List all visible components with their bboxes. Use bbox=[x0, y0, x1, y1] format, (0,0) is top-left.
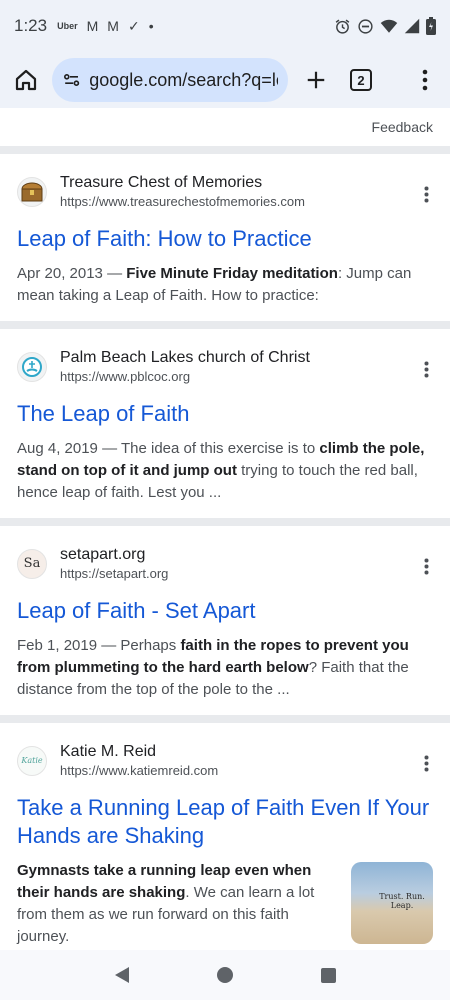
more-vert-icon bbox=[422, 69, 428, 91]
feedback-link[interactable]: Feedback bbox=[372, 119, 433, 135]
result-site-name: Treasure Chest of Memories bbox=[60, 174, 263, 191]
divider bbox=[0, 715, 450, 723]
result-thumbnail-image[interactable]: Trust. Run. Leap. bbox=[351, 862, 433, 944]
favicon-text: Katie bbox=[21, 756, 43, 765]
result-options-button[interactable] bbox=[414, 751, 438, 775]
status-time: 1:23 bbox=[14, 16, 48, 35]
result-options-button[interactable] bbox=[414, 182, 438, 206]
favicon-text: Sa bbox=[23, 556, 41, 571]
result-snippet: Aug 4, 2019 — The idea of this exercise … bbox=[17, 438, 433, 518]
new-tab-button[interactable] bbox=[288, 52, 344, 108]
search-result: Palm Beach Lakes church of Christ https:… bbox=[0, 329, 450, 518]
wifi-icon bbox=[380, 19, 398, 33]
signal-icon bbox=[404, 18, 420, 34]
divider bbox=[0, 321, 450, 329]
thumbnail-caption: Trust. Run. Leap. bbox=[379, 892, 425, 910]
result-url: https://www.katiemreid.com bbox=[60, 763, 219, 778]
uber-notification-icon: Uber bbox=[57, 21, 78, 31]
divider bbox=[0, 146, 450, 154]
alarm-icon bbox=[335, 19, 350, 34]
setapart-favicon-icon: Sa bbox=[17, 548, 47, 579]
result-snippet: Apr 20, 2013 — Five Minute Friday medita… bbox=[17, 263, 433, 321]
url-text[interactable]: google.com/search?q=le bbox=[89, 70, 278, 91]
home-circle-icon[interactable] bbox=[216, 966, 234, 984]
result-source[interactable]: Katie Katie M. Reid https://www.katiemre… bbox=[17, 723, 433, 780]
gmail-notification-icon: M bbox=[86, 18, 99, 34]
task-done-icon: ✓ bbox=[127, 17, 140, 34]
church-logo-favicon-icon bbox=[17, 351, 47, 382]
browser-toolbar: google.com/search?q=le 2 bbox=[0, 52, 450, 108]
result-site-name: setapart.org bbox=[60, 546, 146, 563]
address-bar[interactable]: google.com/search?q=le bbox=[52, 58, 288, 102]
home-button[interactable] bbox=[0, 52, 52, 108]
plus-icon bbox=[307, 71, 325, 89]
treasure-chest-favicon-icon bbox=[17, 176, 47, 207]
notification-icons: Uber M M ✓ • bbox=[57, 18, 154, 35]
snippet-text: Feb 1, 2019 — Perhaps bbox=[17, 637, 181, 654]
site-settings-icon[interactable] bbox=[62, 70, 81, 90]
result-snippet: Gymnasts take a running leap even when t… bbox=[17, 860, 337, 950]
search-result: Katie Katie M. Reid https://www.katiemre… bbox=[0, 723, 450, 950]
result-source[interactable]: Sa setapart.org https://setapart.org bbox=[17, 526, 433, 583]
search-results-page: Feedback Treasure Chest of Memories http… bbox=[0, 108, 450, 950]
result-title-link[interactable]: Take a Running Leap of Faith Even If You… bbox=[17, 794, 433, 850]
status-bar: 1:23 Uber M M ✓ • bbox=[0, 0, 450, 52]
katie-reid-favicon-icon: Katie bbox=[17, 745, 47, 776]
divider bbox=[0, 518, 450, 526]
result-title-link[interactable]: Leap of Faith - Set Apart bbox=[17, 597, 433, 625]
search-result: Sa setapart.org https://setapart.org Lea… bbox=[0, 526, 450, 715]
result-options-button[interactable] bbox=[414, 357, 438, 381]
recents-icon[interactable] bbox=[320, 967, 337, 984]
battery-icon bbox=[426, 17, 436, 35]
browser-menu-button[interactable] bbox=[400, 52, 450, 108]
result-snippet: Feb 1, 2019 — Perhaps faith in the ropes… bbox=[17, 635, 433, 715]
result-source[interactable]: Treasure Chest of Memories https://www.t… bbox=[17, 154, 433, 211]
system-navigation-bar bbox=[0, 950, 450, 1000]
result-site-name: Palm Beach Lakes church of Christ bbox=[60, 349, 310, 366]
home-icon bbox=[15, 69, 37, 91]
result-title-link[interactable]: Leap of Faith: How to Practice bbox=[17, 225, 433, 253]
do-not-disturb-icon bbox=[358, 18, 373, 34]
gmail-notification-icon-2: M bbox=[107, 18, 119, 34]
tab-switcher-button[interactable]: 2 bbox=[350, 69, 372, 91]
snippet-text: Apr 20, 2013 — bbox=[17, 265, 127, 282]
back-icon[interactable] bbox=[113, 966, 131, 984]
result-url: https://setapart.org bbox=[60, 566, 169, 581]
result-site-name: Katie M. Reid bbox=[60, 743, 157, 760]
result-options-button[interactable] bbox=[414, 554, 438, 578]
more-vert-icon bbox=[424, 558, 428, 574]
search-result: Treasure Chest of Memories https://www.t… bbox=[0, 154, 450, 321]
more-vert-icon bbox=[424, 361, 428, 377]
snippet-text: Aug 4, 2019 — The idea of this exercise … bbox=[17, 440, 320, 457]
result-title-link[interactable]: The Leap of Faith bbox=[17, 400, 433, 428]
more-vert-icon bbox=[424, 755, 428, 771]
result-source[interactable]: Palm Beach Lakes church of Christ https:… bbox=[17, 329, 433, 386]
more-vert-icon bbox=[424, 186, 428, 202]
result-url: https://www.pblcoc.org bbox=[60, 369, 191, 384]
result-url: https://www.treasurechestofmemories.com bbox=[60, 194, 305, 209]
more-notifications-dot-icon: • bbox=[148, 18, 154, 34]
snippet-bold-text: Five Minute Friday meditation bbox=[126, 265, 338, 282]
